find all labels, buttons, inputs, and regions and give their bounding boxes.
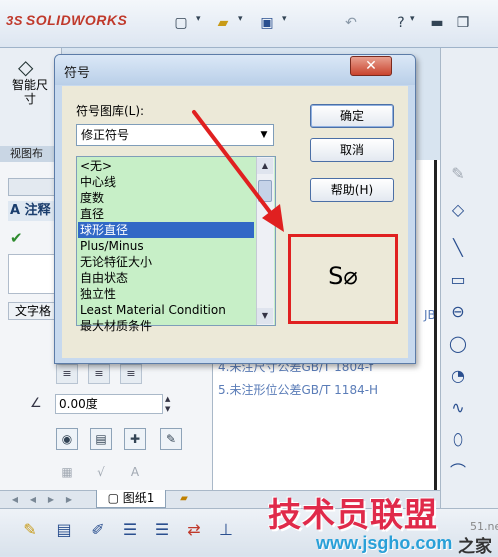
ok-button[interactable]: 确定 (310, 104, 394, 128)
align-dimensions-icon[interactable]: ⇄ (182, 518, 206, 542)
ellipse-tool-icon[interactable]: ⬯ (446, 428, 470, 452)
angle-icon: ∠ (30, 396, 42, 411)
open-dropdown-caret[interactable]: ▾ (238, 14, 243, 24)
symbol-library-label: 符号图库(L): (76, 104, 145, 118)
balloon-tool-icon[interactable]: ▤ (52, 518, 76, 542)
sketch-icon[interactable]: ✎ (446, 162, 470, 186)
link-property-icon[interactable]: ▤ (90, 428, 112, 450)
align-center-button[interactable]: ≡ (88, 364, 110, 384)
feature-manager-tabs[interactable] (8, 178, 60, 196)
prev-sheet-arrow[interactable]: ◀ (26, 493, 40, 506)
spline-tool-icon[interactable]: ∿ (446, 396, 470, 420)
restore-icon[interactable]: ❐ (452, 12, 474, 34)
sheet-tab-1[interactable]: ▢ 图纸1 (96, 490, 166, 508)
smart-dimension-tool-icon[interactable]: ◇ (446, 198, 470, 222)
symbol-list-item[interactable]: Plus/Minus (78, 238, 254, 254)
geometric-tolerance-icon[interactable]: ▦ (56, 462, 78, 482)
note-tool-icon[interactable]: ✎ (18, 518, 42, 542)
symbol-list-item[interactable]: 无论特征大小 (78, 254, 254, 270)
sheet-border-line (434, 160, 437, 490)
save-icon[interactable]: ▣ (256, 12, 278, 34)
lock-symbol-icon[interactable]: ✎ (160, 428, 182, 450)
slot-tool-icon[interactable]: ⊖ (446, 300, 470, 324)
symbol-list-item[interactable]: 自由状态 (78, 270, 254, 286)
new-dropdown-caret[interactable]: ▾ (196, 14, 201, 24)
smart-dimension-label[interactable]: 智能尺寸 (8, 78, 52, 106)
rectangle-tool-icon[interactable]: ▭ (446, 268, 470, 292)
line-style-icon[interactable]: ☰ (118, 518, 142, 542)
help-icon[interactable]: ? (390, 12, 412, 34)
annotation-arrow (192, 110, 284, 232)
surface-finish-icon[interactable]: √ (90, 462, 112, 482)
help-dropdown-caret[interactable]: ▾ (410, 14, 415, 24)
circle-tool-icon[interactable]: ◯ (446, 332, 470, 356)
line-thickness-icon[interactable]: ☰ (150, 518, 174, 542)
datum-feature-icon[interactable]: A (124, 462, 146, 482)
angle-spinner[interactable]: ▲ ▼ (165, 394, 175, 414)
format-painter-icon[interactable]: ✐ (86, 518, 110, 542)
drawing-note-5[interactable]: 5.未注形位公差GB/T 1184-H (218, 381, 378, 398)
add-sheet-icon[interactable]: ▰ (176, 492, 192, 506)
dialog-close-button[interactable]: ✕ (350, 56, 392, 76)
first-sheet-arrow[interactable]: ◀ (8, 493, 22, 506)
align-right-button[interactable]: ≡ (120, 364, 142, 384)
smart-dimension-icon[interactable]: ◇ (18, 55, 33, 79)
symbol-list-item[interactable]: Least Material Condition (78, 302, 254, 318)
last-sheet-arrow[interactable]: ▶ (62, 493, 76, 506)
angle-input[interactable]: 0.00度 (55, 394, 163, 414)
help-button[interactable]: 帮助(H) (310, 178, 394, 202)
dialog-title: 符号 (64, 66, 91, 81)
save-dropdown-caret[interactable]: ▾ (282, 14, 287, 24)
watermark-url: www.jsgho.com (316, 533, 453, 553)
cancel-button[interactable]: 取消 (310, 138, 394, 162)
watermark-title: 技术员联盟 (268, 495, 438, 534)
tab-view-layout[interactable]: 视图布 (0, 146, 62, 162)
symbol-preview-glyph: S⌀ (328, 262, 358, 290)
ok-check-icon[interactable]: ✔ (10, 229, 23, 247)
symbol-list-item[interactable]: 最大材质条件 (78, 318, 254, 334)
point-tool-icon[interactable]: ⌒ (446, 460, 470, 484)
scroll-down-arrow[interactable]: ▼ (257, 308, 273, 324)
align-left-button[interactable]: ≡ (56, 364, 78, 384)
next-sheet-arrow[interactable]: ▶ (44, 493, 58, 506)
undo-icon[interactable]: ↶ (340, 12, 362, 34)
insert-hyperlink-icon[interactable]: ◉ (56, 428, 78, 450)
arc-tool-icon[interactable]: ◔ (446, 364, 470, 388)
ordinate-dimension-icon[interactable]: ⊥ (214, 518, 238, 542)
line-tool-icon[interactable]: ╲ (446, 236, 470, 260)
minimize-icon[interactable]: ▬ (426, 12, 448, 34)
watermark-zhijia: 之家 (458, 537, 492, 557)
symbol-list-item[interactable]: 独立性 (78, 286, 254, 302)
add-symbol-icon[interactable]: ✚ (124, 428, 146, 450)
open-folder-icon[interactable]: ▰ (212, 12, 234, 34)
solidworks-logo: 3S SOLIDWORKS (6, 12, 128, 28)
new-document-icon[interactable]: ▢ (170, 12, 192, 34)
